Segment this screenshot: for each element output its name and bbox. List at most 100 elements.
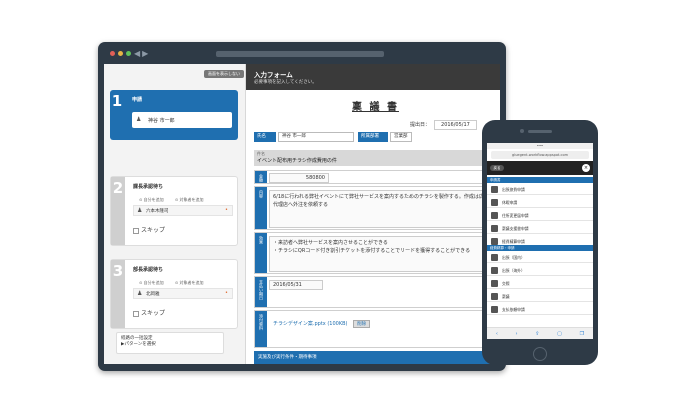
phone-section-header: 申請書	[487, 177, 593, 183]
phone-list-item[interactable]: 出張旅費申請	[487, 184, 593, 195]
input-form: 入力フォーム 必要事項を記入してください。 稟 議 書 提出日： 2016/05/…	[246, 64, 500, 364]
phone-list-label: 経費精算申請	[502, 239, 525, 244]
minimize-dot[interactable]	[118, 51, 123, 56]
form-icon	[491, 254, 498, 261]
phone-toolbar: ‹ › ⇪ ▢ ❐	[487, 327, 593, 339]
phone-list-label: 交際	[502, 281, 510, 286]
add-self-toggle[interactable]: ⊙ 自分を追加	[139, 280, 169, 285]
approver-row[interactable]: ♟ 北岡雅 •	[133, 288, 233, 299]
laptop-frame: ◀▶ 画面を表示しない 1 申請 ♟ 神谷 市一郎 2 課長承認待ち ⊙ 自分を…	[98, 42, 506, 371]
app-screen: 画面を表示しない 1 申請 ♟ 神谷 市一郎 2 課長承認待ち ⊙ 自分を追加 …	[104, 64, 500, 364]
skip-checkbox[interactable]: スキップ	[133, 308, 165, 317]
attachment-file[interactable]: チラシデザイン案.pptx (100KB) 削除	[273, 320, 371, 328]
close-dot[interactable]	[110, 51, 115, 56]
subject-field[interactable]: イベント配布用チラシ作成費用の件	[257, 157, 337, 164]
back-arrow-icon[interactable]: ‹	[496, 331, 498, 337]
pattern-select-link[interactable]: ▶パターンを選択	[121, 342, 219, 348]
attachment-label-bar: 添付資料	[255, 311, 267, 347]
phone-list-item[interactable]: 支払依頼申請	[487, 304, 593, 315]
phone-list-item[interactable]: 稟議	[487, 291, 593, 302]
form-title: 入力フォーム	[254, 71, 293, 79]
step-title: 部長承認待ち	[133, 267, 164, 273]
content-textarea[interactable]: 6/18に行われる弊社イベントにて弊社サービスを案内するためのチラシを製作する。…	[269, 190, 495, 228]
required-mark: •	[225, 290, 228, 296]
form-icon	[491, 212, 498, 219]
share-icon[interactable]: ⇪	[535, 331, 539, 337]
attachment-link[interactable]: チラシデザイン案.pptx (100KB)	[273, 321, 348, 327]
step-3[interactable]: 3 部長承認待ち ⊙ 自分を追加 ⊙ 対象者を追加 ♟ 北岡雅 • スキップ	[110, 259, 238, 329]
amount-label-bar: 金額	[255, 171, 267, 183]
skip-checkbox[interactable]: スキップ	[133, 225, 165, 234]
deadline-label-bar: 支払い期日	[255, 277, 267, 307]
maximize-dot[interactable]	[126, 51, 131, 56]
user-icon: ♟	[137, 290, 143, 297]
phone-frame: ••• gluegent-workflow.appspot.com 戻る × 申…	[482, 120, 598, 365]
deadline-field[interactable]: 2016/05/31	[269, 280, 323, 290]
delete-attachment-button[interactable]: 削除	[353, 320, 371, 328]
name-field[interactable]: 神谷 市一郎	[278, 132, 354, 142]
close-icon[interactable]: ×	[582, 164, 590, 172]
add-self-toggle[interactable]: ⊙ 自分を追加	[139, 197, 169, 202]
approver-name: 六本木隆司	[146, 209, 169, 214]
browser-chrome: ◀▶	[98, 42, 506, 64]
effect-line: ・来訪者へ弊社サービスを案内させることができる	[273, 240, 388, 246]
status-bar: •••	[487, 143, 593, 149]
bookmarks-icon[interactable]: ▢	[557, 331, 562, 337]
phone-list-label: 支払依頼申請	[502, 307, 525, 312]
date-field[interactable]: 2016/05/17	[434, 120, 477, 130]
phone-list-label: 稟議支援書申請	[502, 226, 529, 231]
back-button[interactable]: 戻る	[490, 165, 504, 171]
phone-list-item[interactable]: 出張（海外）	[487, 265, 593, 276]
form-icon	[491, 280, 498, 287]
hide-panel-button[interactable]: 画面を表示しない	[204, 70, 244, 78]
step-title: 申請	[132, 97, 143, 103]
address-bar[interactable]	[216, 51, 384, 57]
add-target-toggle[interactable]: ⊙ 対象者を追加	[175, 280, 209, 285]
phone-list-item[interactable]: 出張（国内）	[487, 252, 593, 263]
conditions-section-header: 実施及び実行条件・期待事項	[254, 351, 498, 364]
phone-address-bar[interactable]: gluegent-workflow.appspot.com	[491, 151, 589, 159]
step-1[interactable]: 1 申請 ♟ 神谷 市一郎	[110, 90, 238, 140]
phone-list-item[interactable]: 稟議支援書申請	[487, 223, 593, 234]
nav-arrows-icon[interactable]: ◀▶	[134, 49, 150, 58]
effect-textarea[interactable]: ・来訪者へ弊社サービスを案内させることができる ・チラシにQRコード付き割引チケ…	[269, 236, 495, 272]
workflow-panel: 画面を表示しない 1 申請 ♟ 神谷 市一郎 2 課長承認待ち ⊙ 自分を追加 …	[104, 64, 246, 364]
phone-list-item[interactable]: 休暇申請	[487, 197, 593, 208]
step-toggles: ⊙ 自分を追加 ⊙ 対象者を追加	[139, 197, 214, 203]
phone-list-label: 出張（海外）	[502, 268, 525, 273]
form-icon	[491, 225, 498, 232]
form-header: 入力フォーム 必要事項を記入してください。	[246, 64, 500, 90]
checkbox-icon[interactable]	[133, 227, 139, 234]
step-toggles: ⊙ 自分を追加 ⊙ 対象者を追加	[139, 280, 214, 286]
forward-arrow-icon[interactable]: ›	[516, 331, 518, 337]
form-icon	[491, 238, 498, 245]
dept-field[interactable]: 営業部	[390, 132, 412, 142]
user-icon: ♟	[136, 116, 142, 123]
applicant-row: 氏名 神谷 市一郎 所属部署 営業部	[254, 132, 498, 142]
phone-list-item[interactable]: 住所変更届申請	[487, 210, 593, 221]
step-number: 1	[111, 92, 123, 110]
approver-row[interactable]: ♟ 六本木隆司 •	[133, 205, 233, 216]
phone-list-label: 休暇申請	[502, 200, 518, 205]
step-user-card[interactable]: ♟ 神谷 市一郎	[132, 112, 232, 128]
phone-list-item[interactable]: 交際	[487, 278, 593, 289]
amount-field[interactable]: 580800	[269, 173, 329, 183]
add-target-toggle[interactable]: ⊙ 対象者を追加	[175, 197, 209, 202]
phone-list-label: 住所変更届申請	[502, 213, 529, 218]
tabs-icon[interactable]: ❐	[580, 331, 584, 337]
user-icon: ♟	[137, 207, 143, 214]
phone-section-header: 経費精算・申請	[487, 245, 593, 251]
bulk-route-setting[interactable]: 経路の一括設定 ▶パターンを選択	[116, 332, 224, 354]
form-subtitle: 必要事項を記入してください。	[254, 80, 317, 85]
step-2[interactable]: 2 課長承認待ち ⊙ 自分を追加 ⊙ 対象者を追加 ♟ 六本木隆司 • スキップ	[110, 176, 238, 246]
effect-line: ・チラシにQRコード付き割引チケットを添付することでリードを獲得することができる	[273, 248, 471, 254]
submit-date: 提出日： 2016/05/17	[410, 120, 477, 130]
phone-list-label: 出張（国内）	[502, 255, 525, 260]
form-icon	[491, 199, 498, 206]
home-button[interactable]	[533, 347, 547, 361]
speaker-grille	[528, 130, 552, 133]
checkbox-icon[interactable]	[133, 310, 139, 317]
subject-row[interactable]: 件名 イベント配布用チラシ作成費用の件	[254, 150, 498, 166]
form-icon	[491, 306, 498, 313]
form-icon	[491, 186, 498, 193]
